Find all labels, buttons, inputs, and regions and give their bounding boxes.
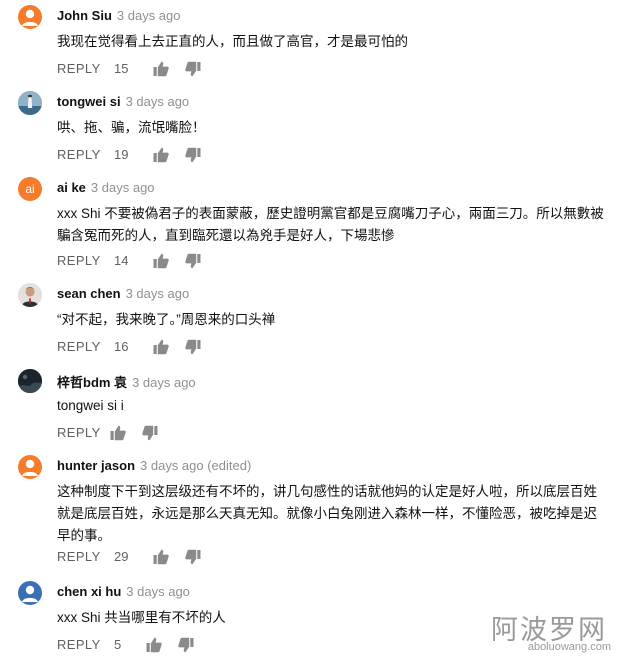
thumb-up-icon[interactable] [152, 252, 170, 270]
comment-text: xxx Shi 不要被偽君子的表面蒙蔽，歷史證明黨官都是豆腐嘴刀子心，兩面三刀。… [57, 206, 604, 243]
comment-header: ai ke 3 days ago [57, 180, 155, 195]
thumb-up-icon[interactable] [152, 548, 170, 566]
comment-date[interactable]: 3 days ago [117, 8, 181, 23]
comment-header: chen xi hu 3 days ago [57, 584, 190, 599]
lighthouse-avatar-icon [18, 91, 42, 115]
avatar[interactable] [18, 283, 42, 307]
thumb-up-icon[interactable] [152, 146, 170, 164]
comment-date[interactable]: 3 days ago [132, 375, 196, 390]
reply-button[interactable]: REPLY [57, 637, 101, 652]
comment-date[interactable]: 3 days ago [126, 94, 190, 109]
reply-button[interactable]: REPLY [57, 253, 101, 268]
avatar[interactable] [18, 91, 42, 115]
avatar[interactable]: ai [18, 177, 42, 201]
like-count: 15 [114, 61, 129, 76]
like-count: 29 [114, 549, 129, 564]
default-user-icon [22, 585, 38, 602]
like-count: 14 [114, 253, 129, 268]
like-count: 5 [114, 637, 122, 652]
comment-header: 梓哲bdm 袁 3 days ago [57, 372, 196, 391]
thumb-down-icon[interactable] [184, 548, 202, 566]
author-name[interactable]: ai ke [57, 180, 86, 195]
thumb-down-icon[interactable] [184, 252, 202, 270]
thumb-down-icon[interactable] [184, 60, 202, 78]
thumb-up-icon[interactable] [152, 60, 170, 78]
avatar[interactable] [18, 581, 42, 605]
reply-button[interactable]: REPLY [57, 339, 101, 354]
reply-button[interactable]: REPLY [57, 549, 101, 564]
thumb-up-icon[interactable] [145, 636, 163, 654]
avatar[interactable] [18, 5, 42, 29]
thumb-down-icon[interactable] [177, 636, 195, 654]
thumb-down-icon[interactable] [141, 424, 159, 442]
avatar-letter: ai [25, 182, 35, 196]
like-count: 16 [114, 339, 129, 354]
author-name[interactable]: hunter jason [57, 458, 135, 473]
person-photo-avatar-icon [18, 283, 42, 307]
thumb-up-icon[interactable] [109, 424, 127, 442]
default-user-icon [22, 459, 38, 476]
author-name[interactable]: 梓哲bdm 袁 [57, 375, 127, 390]
thumb-down-icon[interactable] [184, 338, 202, 356]
comment-header: sean chen 3 days ago [57, 286, 189, 301]
author-name[interactable]: chen xi hu [57, 584, 121, 599]
author-name[interactable]: sean chen [57, 286, 121, 301]
comment-text: 这种制度下干到这层级还有不坏的，讲几句感性的话就他妈的认定是好人啦，所以底层百姓… [57, 484, 597, 543]
comment-header: hunter jason 3 days ago (edited) [57, 458, 251, 473]
dark-photo-avatar-icon [18, 369, 42, 393]
avatar[interactable] [18, 455, 42, 479]
author-name[interactable]: tongwei si [57, 94, 121, 109]
thumb-up-icon[interactable] [152, 338, 170, 356]
like-count: 19 [114, 147, 129, 162]
comment-header: tongwei si 3 days ago [57, 94, 189, 109]
comment-date[interactable]: 3 days ago [126, 584, 190, 599]
comment-text: 哄、拖、骗，流氓嘴脸！ [57, 120, 206, 135]
reply-button[interactable]: REPLY [57, 147, 101, 162]
comment-date[interactable]: 3 days ago (edited) [140, 458, 251, 473]
comment-date[interactable]: 3 days ago [126, 286, 190, 301]
author-name[interactable]: John Siu [57, 8, 112, 23]
reply-button[interactable]: REPLY [57, 61, 101, 76]
comment-text: 我现在觉得看上去正直的人，而且做了高官，才是最可怕的 [57, 34, 408, 49]
comment-text: “对不起，我来晚了。”周恩来的口头禅 [57, 312, 276, 327]
thumb-down-icon[interactable] [184, 146, 202, 164]
watermark-url: aboluowang.com [527, 641, 611, 653]
avatar[interactable] [18, 369, 42, 393]
default-user-icon [22, 9, 38, 26]
comment-header: John Siu 3 days ago [57, 8, 181, 23]
reply-button[interactable]: REPLY [57, 425, 101, 440]
comment-date[interactable]: 3 days ago [91, 180, 155, 195]
comment-text: tongwei si i [57, 398, 124, 413]
